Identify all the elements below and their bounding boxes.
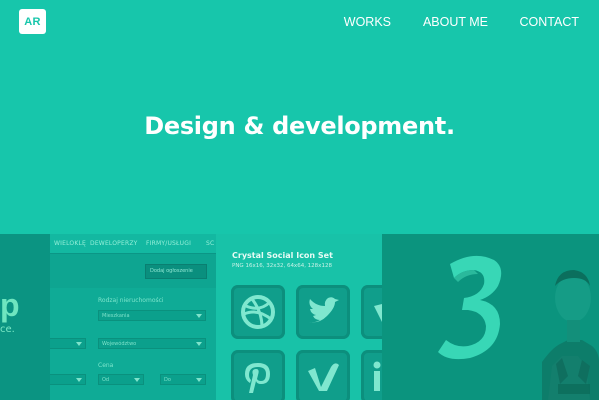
chevron-down-icon xyxy=(196,378,202,382)
vimeo-icon xyxy=(296,350,350,400)
preview-add-button: Dodaj ogłoszenie xyxy=(145,264,207,279)
icon-set-subtitle: PNG 16x16, 32x32, 64x64, 128x128 xyxy=(232,263,332,269)
project-sports-image[interactable]: 3 xyxy=(382,234,599,400)
preview-label-price: Cena xyxy=(98,362,114,369)
preview-select-price-from: Od xyxy=(98,374,144,385)
dribbble-icon xyxy=(231,285,285,339)
preview-menu: WIELOKLĘ DEWELOPERZY FIRMY/USŁUGI SC xyxy=(50,234,216,254)
logo[interactable]: AR xyxy=(19,9,46,34)
chevron-down-icon xyxy=(76,378,82,382)
preview-select-region: Województwo xyxy=(98,338,206,349)
site-header: AR WORKS ABOUT ME CONTACT xyxy=(0,0,599,46)
preview-select-type: Mieszkania xyxy=(98,310,206,321)
hero-title: Design & development. xyxy=(144,112,455,140)
partial-logo: p ce. xyxy=(0,234,50,400)
twitter-icon xyxy=(296,285,350,339)
project-icon-set[interactable]: Crystal Social Icon Set PNG 16x16, 32x32… xyxy=(216,234,382,400)
vimeo-icon xyxy=(361,285,382,339)
preview-menu-item: WIELOKLĘ xyxy=(54,240,87,247)
preview-select-partial xyxy=(50,374,86,385)
chevron-down-icon xyxy=(76,342,82,346)
chevron-down-icon xyxy=(134,378,140,382)
linkedin-icon xyxy=(361,350,382,400)
preview-menu-item: FIRMY/USŁUGI xyxy=(146,240,192,247)
nav-contact[interactable]: CONTACT xyxy=(520,15,580,29)
sports-artwork xyxy=(382,234,599,400)
chevron-down-icon xyxy=(196,314,202,318)
project-form-preview[interactable]: p ce. WIELOKLĘ DEWELOPERZY FIRMY/USŁUGI … xyxy=(0,234,216,400)
preview-select-price-to: Do xyxy=(160,374,206,385)
preview-menu-item: SC xyxy=(206,240,215,247)
preview-label-type: Rodzaj nieruchomości xyxy=(98,297,164,304)
preview-menu-item: DEWELOPERZY xyxy=(90,240,138,247)
icon-set-title: Crystal Social Icon Set xyxy=(232,251,333,260)
project-showcase: p ce. WIELOKLĘ DEWELOPERZY FIRMY/USŁUGI … xyxy=(0,234,599,400)
nav-about-me[interactable]: ABOUT ME xyxy=(423,15,488,29)
pinterest-icon xyxy=(231,350,285,400)
nav-works[interactable]: WORKS xyxy=(344,15,391,29)
chevron-down-icon xyxy=(196,342,202,346)
preview-select-partial xyxy=(50,338,86,349)
